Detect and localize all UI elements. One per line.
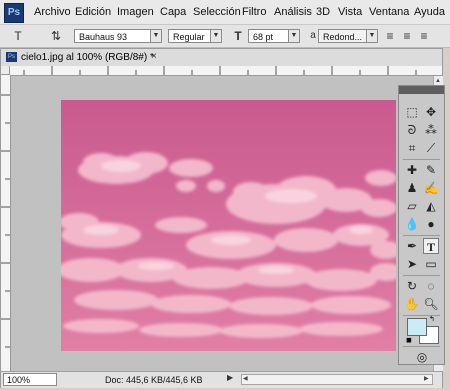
scroll-up-icon[interactable]: ▲ [435, 78, 441, 84]
swap-colors-icon[interactable]: ↰ [429, 315, 435, 323]
align-center-icon[interactable]: ≡ [399, 28, 415, 44]
photoshop-logo: Ps [4, 3, 24, 23]
zoom-level-field[interactable]: 100% [3, 373, 57, 386]
document-ps-icon: Ps [6, 52, 17, 62]
font-size-select[interactable]: 68 pt [248, 29, 290, 43]
foreground-color-swatch[interactable] [407, 318, 427, 336]
font-size-dropdown-icon[interactable]: ▼ [288, 29, 300, 43]
font-family-dropdown-icon[interactable]: ▼ [150, 29, 162, 43]
menu-ayuda[interactable]: Ayuda [411, 4, 448, 20]
crop-tool-icon[interactable]: ⌗ [404, 140, 420, 156]
tools-divider [403, 346, 440, 347]
menu-capa[interactable]: Capa [157, 4, 189, 20]
antialias-select[interactable]: Redond... [318, 29, 368, 43]
font-size-icon: T [234, 29, 242, 43]
tools-panel-header[interactable] [399, 86, 444, 94]
3d-orbit-tool-icon[interactable]: ◌ [423, 278, 439, 294]
status-bar: 100% Doc: 445,6 KB/445,6 KB ▶ ◀ ▶ [1, 371, 442, 388]
document-title: cielo1.jpg al 100% (RGB/8#) * [21, 52, 154, 63]
history-brush-tool-icon[interactable]: ✍ [423, 180, 439, 196]
path-selection-tool-icon[interactable]: ➤ [404, 256, 420, 272]
menu-imagen[interactable]: Imagen [114, 4, 157, 20]
tools-divider [403, 275, 440, 276]
eyedropper-tool-icon[interactable]: ⟋ [423, 140, 439, 156]
status-menu-arrow-icon[interactable]: ▶ [227, 373, 233, 382]
tools-divider [403, 159, 440, 160]
default-colors-icon[interactable]: ◼ [406, 336, 412, 344]
close-tab-icon[interactable]: × [151, 51, 157, 62]
dodge-tool-icon[interactable]: ● [423, 216, 439, 232]
scroll-left-icon[interactable]: ◀ [243, 375, 248, 382]
document-size-info: Doc: 445,6 KB/445,6 KB [105, 375, 203, 385]
brush-tool-icon[interactable]: ✎ [423, 162, 439, 178]
zoom-tool-icon[interactable]: 🔍︎ [423, 296, 439, 312]
3d-rotate-tool-icon[interactable]: ↻ [404, 278, 420, 294]
healing-brush-tool-icon[interactable]: ✚ [404, 162, 420, 178]
magic-wand-tool-icon[interactable]: ⁂ [423, 122, 439, 138]
vertical-ruler[interactable] [1, 75, 11, 371]
menu-vista[interactable]: Vista [335, 4, 365, 20]
canvas-workspace[interactable] [11, 76, 433, 371]
type-tool-icon[interactable]: T [10, 28, 26, 44]
shape-tool-icon[interactable]: ▭ [423, 256, 439, 272]
document-window: Ps cielo1.jpg al 100% (RGB/8#) * × ▲ 100… [0, 48, 443, 388]
move-tool-icon[interactable]: ✥ [423, 104, 439, 120]
align-right-icon[interactable]: ≡ [416, 28, 432, 44]
tools-divider [403, 235, 440, 236]
menu-filtro[interactable]: Filtro [239, 4, 269, 20]
scroll-right-icon[interactable]: ▶ [424, 375, 429, 382]
menu-seleccion[interactable]: Selección [190, 4, 244, 20]
hand-tool-icon[interactable]: ✋ [404, 296, 420, 312]
menu-3d[interactable]: 3D [313, 4, 333, 20]
align-left-icon[interactable]: ≡ [382, 28, 398, 44]
lasso-tool-icon[interactable]: ᘐ [404, 122, 420, 138]
blur-tool-icon[interactable]: 💧 [404, 216, 420, 232]
paint-bucket-tool-icon[interactable]: ◭ [423, 198, 439, 214]
ruler-corner [1, 66, 10, 75]
menu-edicion[interactable]: Edición [72, 4, 114, 20]
menu-archivo[interactable]: Archivo [31, 4, 74, 20]
options-bar: T ⇅ Bauhaus 93 ▼ Regular ▼ T 68 pt ▼ a R… [0, 25, 450, 48]
sky-image-canvas[interactable] [61, 100, 396, 351]
text-orientation-icon[interactable]: ⇅ [48, 28, 64, 44]
tools-panel: ⬚ ✥ ᘐ ⁂ ⌗ ⟋ ✚ ✎ ♟ ✍ ▱ ◭ 💧 ● ✒ T ➤ ▭ ↻ ◌ … [398, 85, 445, 365]
font-family-select[interactable]: Bauhaus 93 [74, 29, 152, 43]
pen-tool-icon[interactable]: ✒ [404, 238, 420, 254]
horizontal-ruler[interactable] [10, 66, 442, 76]
menu-analisis[interactable]: Análisis [271, 4, 315, 20]
marquee-tool-icon[interactable]: ⬚ [404, 104, 420, 120]
document-tab[interactable]: Ps cielo1.jpg al 100% (RGB/8#) * × [1, 49, 442, 67]
menu-bar: Ps Archivo Edición Imagen Capa Selección… [0, 0, 450, 25]
clone-stamp-tool-icon[interactable]: ♟ [404, 180, 420, 196]
horizontal-scrollbar[interactable]: ◀ ▶ [241, 374, 433, 385]
font-style-dropdown-icon[interactable]: ▼ [210, 29, 222, 43]
eraser-tool-icon[interactable]: ▱ [404, 198, 420, 214]
antialias-dropdown-icon[interactable]: ▼ [366, 29, 378, 43]
type-tool-icon[interactable]: T [423, 238, 439, 254]
quick-mask-icon[interactable]: ◎ [414, 349, 430, 365]
menu-ventana[interactable]: Ventana [366, 4, 412, 20]
font-style-select[interactable]: Regular [168, 29, 212, 43]
